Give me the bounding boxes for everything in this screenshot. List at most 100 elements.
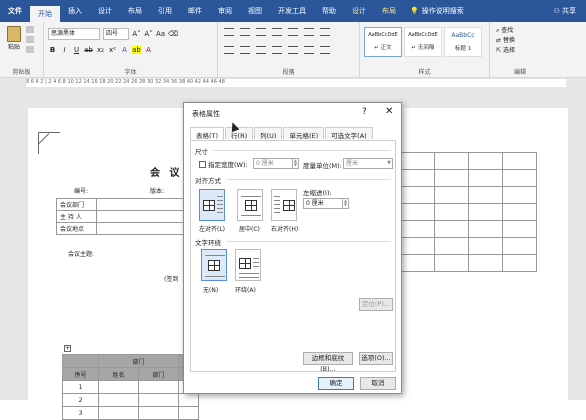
tab-review[interactable]: 审阅	[210, 0, 240, 22]
grow-font-icon[interactable]: A˄	[132, 30, 141, 38]
table-cell[interactable]	[400, 203, 435, 221]
tab-developer[interactable]: 开发工具	[270, 0, 314, 22]
tab-table-layout[interactable]: 布局	[374, 0, 404, 22]
table-cell[interactable]	[502, 220, 537, 238]
numbering-icon[interactable]	[240, 28, 250, 36]
bullets-icon[interactable]	[224, 28, 234, 36]
italic-icon[interactable]: I	[60, 46, 69, 54]
positioning-button[interactable]: 定位(P)...	[359, 298, 393, 311]
preferred-width-checkbox[interactable]: 指定宽度(W):	[199, 159, 248, 169]
align-right-icon[interactable]	[256, 46, 266, 54]
table-cell[interactable]	[96, 210, 190, 223]
table-cell[interactable]	[96, 222, 190, 235]
shrink-font-icon[interactable]: A˅	[144, 30, 153, 38]
style-heading-1[interactable]: AaBbCc 标题 1	[444, 27, 482, 57]
table-cell[interactable]: 会议部门	[56, 198, 97, 211]
table-cell[interactable]	[468, 186, 503, 204]
table-cell[interactable]	[502, 203, 537, 221]
help-icon[interactable]: ?	[362, 107, 367, 117]
table-cell[interactable]	[468, 220, 503, 238]
tab-column[interactable]: 列(U)	[254, 127, 283, 140]
table-cell[interactable]	[434, 220, 469, 238]
table-cell[interactable]	[434, 186, 469, 204]
horizontal-ruler[interactable]: 8 6 4 2 | 2 4 6 8 10 12 14 16 18 20 22 2…	[0, 78, 586, 88]
tab-help[interactable]: 帮助	[314, 0, 344, 22]
clear-format-icon[interactable]: ⌫	[168, 30, 178, 38]
table-cell[interactable]	[400, 237, 435, 255]
align-right-option[interactable]	[271, 189, 297, 221]
justify-icon[interactable]	[272, 46, 282, 54]
vertical-ruler[interactable]	[0, 88, 10, 400]
style-no-spacing[interactable]: AaBbCcDdE ↵ 无间隔	[404, 27, 442, 57]
wrap-none-option[interactable]	[201, 249, 227, 281]
table-cell[interactable]	[98, 406, 139, 420]
multilevel-list-icon[interactable]	[256, 28, 266, 36]
table-cell[interactable]	[178, 406, 199, 420]
change-case-icon[interactable]: Aa	[156, 30, 165, 38]
table-cell[interactable]	[96, 198, 190, 211]
table-cell[interactable]	[178, 393, 199, 407]
table-cell[interactable]	[400, 220, 435, 238]
tab-table[interactable]: 表格(T)	[190, 127, 225, 140]
indent-spinner[interactable]: 0 厘米 ▲ ▼	[303, 198, 349, 209]
subscript-icon[interactable]: x₂	[96, 46, 105, 54]
show-marks-icon[interactable]	[320, 28, 330, 36]
table-cell[interactable]	[468, 169, 503, 187]
table-move-handle[interactable]: +	[64, 345, 71, 352]
table-cell[interactable]	[434, 152, 469, 170]
tab-table-design[interactable]: 设计	[344, 0, 374, 22]
table-cell[interactable]	[98, 393, 139, 407]
bold-icon[interactable]: B	[48, 46, 57, 54]
table-cell[interactable]	[138, 393, 179, 407]
tab-file[interactable]: 文件	[0, 0, 30, 22]
tab-home[interactable]: 开始	[30, 6, 60, 22]
table-cell[interactable]: 部门	[138, 367, 179, 381]
table-cell[interactable]: 姓名	[98, 367, 139, 381]
table-cell[interactable]	[400, 152, 435, 170]
font-color-icon[interactable]: A	[144, 46, 153, 54]
tab-design[interactable]: 设计	[90, 0, 120, 22]
table-cell[interactable]	[502, 169, 537, 187]
options-button[interactable]: 选项(O)...	[359, 352, 393, 365]
table-cell[interactable]	[138, 406, 179, 420]
increase-indent-icon[interactable]	[288, 28, 298, 36]
format-painter-icon[interactable]	[26, 46, 34, 53]
decrease-indent-icon[interactable]	[272, 28, 282, 36]
table-cell[interactable]	[502, 254, 537, 272]
table-cell[interactable]	[138, 380, 179, 394]
table-cell[interactable]: 部门	[98, 354, 179, 368]
ok-button[interactable]: 确定	[318, 377, 354, 390]
spinner-arrows-icon[interactable]: ▲ ▼	[292, 159, 298, 168]
share-button[interactable]: ⚇ 共享	[553, 6, 576, 16]
tab-view[interactable]: 视图	[240, 0, 270, 22]
table-cell[interactable]: 1	[62, 380, 99, 394]
table-cell[interactable]	[400, 254, 435, 272]
align-center-option[interactable]	[237, 189, 263, 221]
table-cell[interactable]	[98, 380, 139, 394]
text-effects-icon[interactable]: A	[120, 46, 129, 54]
attendance-table[interactable]: 部门 序号姓名部门签到 1 2 3	[62, 354, 199, 420]
table-cell[interactable]	[434, 237, 469, 255]
align-left-icon[interactable]	[224, 46, 234, 54]
table-cell[interactable]	[468, 152, 503, 170]
table-cell[interactable]	[502, 237, 537, 255]
copy-icon[interactable]	[26, 36, 34, 43]
table-cell[interactable]: 3	[62, 406, 99, 420]
select-button[interactable]: ⇱ 选择	[496, 46, 515, 56]
wrap-around-option[interactable]	[235, 249, 261, 281]
tab-layout[interactable]: 布局	[120, 0, 150, 22]
table-cell[interactable]	[400, 169, 435, 187]
cancel-button[interactable]: 取消	[360, 377, 396, 390]
right-grid-table[interactable]	[400, 152, 537, 272]
strikethrough-icon[interactable]: ab	[84, 46, 93, 54]
table-cell[interactable]: 序号	[62, 367, 99, 381]
table-cell[interactable]: 主 持 人	[56, 210, 97, 223]
tab-cell[interactable]: 单元格(E)	[283, 127, 325, 140]
replace-button[interactable]: ⇄ 替换	[496, 36, 515, 46]
table-cell[interactable]	[468, 203, 503, 221]
sort-icon[interactable]	[304, 28, 314, 36]
table-cell[interactable]: 会议地点	[56, 222, 97, 235]
font-size-dropdown[interactable]: 四号	[103, 28, 129, 40]
paste-button[interactable]: 粘贴	[4, 26, 24, 56]
cut-icon[interactable]	[26, 26, 34, 33]
